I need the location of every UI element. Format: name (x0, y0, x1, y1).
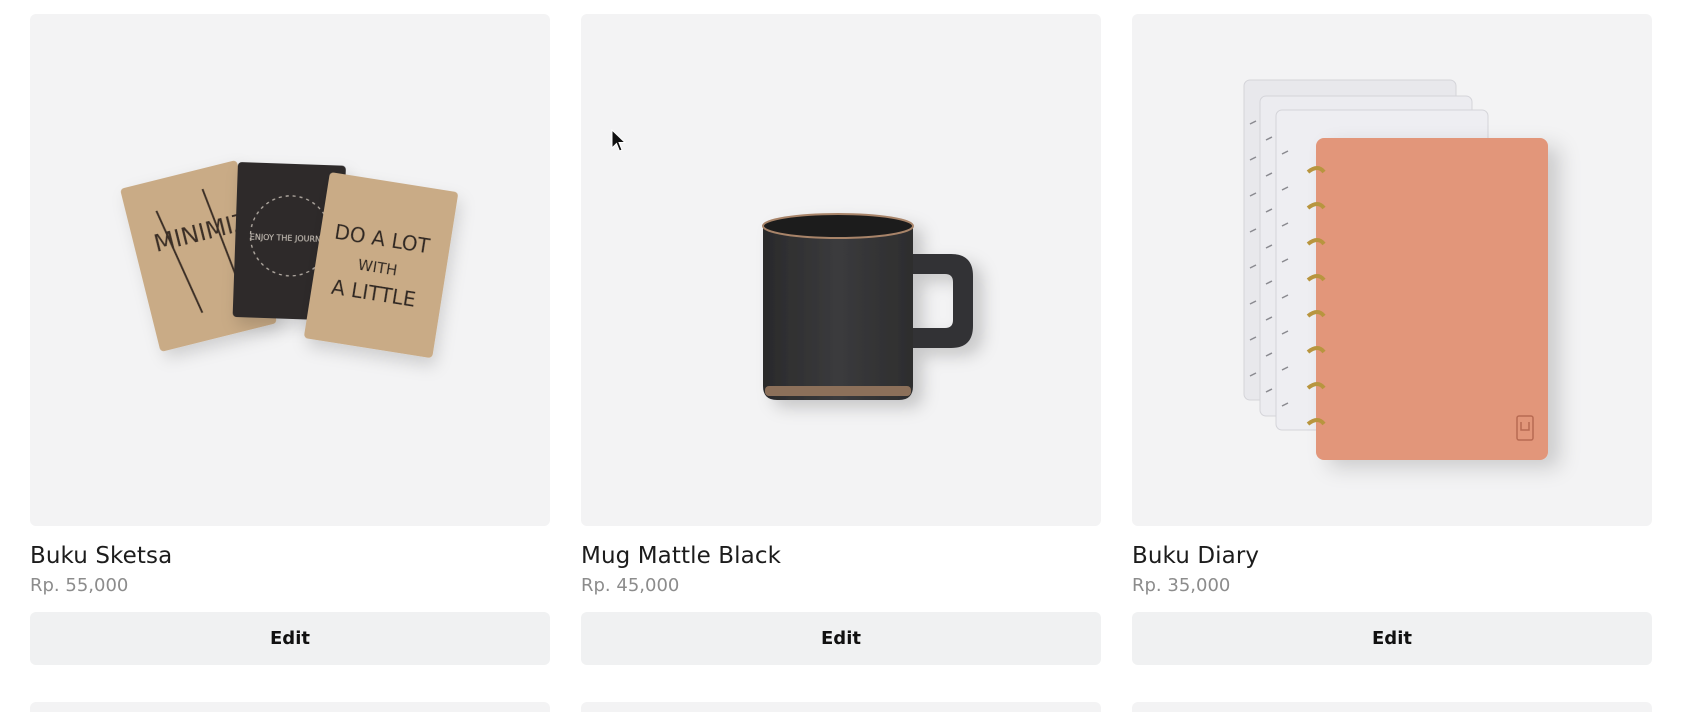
product-name: Buku Sketsa (30, 543, 173, 569)
edit-button[interactable]: Edit (581, 612, 1101, 665)
next-row-peek (30, 702, 1652, 712)
product-card-peek (30, 702, 550, 712)
mug-image (762, 213, 973, 400)
product-image-diary[interactable] (1132, 14, 1652, 526)
product-image-sketchbook[interactable]: MINIMIZE ENJOY THE JOURNEY DO A LOT WITH… (30, 14, 550, 526)
diary-image (1243, 79, 1548, 460)
edit-button[interactable]: Edit (1132, 612, 1652, 665)
product-card: Buku Diary Rp. 35,000 Edit (1132, 14, 1652, 665)
product-price: Rp. 45,000 (581, 575, 680, 596)
mouse-cursor-icon (611, 129, 627, 152)
product-name: Buku Diary (1132, 543, 1260, 569)
product-grid: MINIMIZE ENJOY THE JOURNEY DO A LOT WITH… (30, 14, 1652, 665)
product-price: Rp. 55,000 (30, 575, 129, 596)
product-card-peek (1132, 702, 1652, 712)
product-card-peek (581, 702, 1101, 712)
product-card: Mug Mattle Black Rp. 45,000 Edit (581, 14, 1101, 665)
edit-button[interactable]: Edit (30, 612, 550, 665)
product-name: Mug Mattle Black (581, 543, 781, 569)
product-price: Rp. 35,000 (1132, 575, 1231, 596)
sketchbook-image: MINIMIZE ENJOY THE JOURNEY DO A LOT WITH… (120, 160, 458, 358)
product-card: MINIMIZE ENJOY THE JOURNEY DO A LOT WITH… (30, 14, 550, 665)
product-image-mug[interactable] (581, 14, 1101, 526)
